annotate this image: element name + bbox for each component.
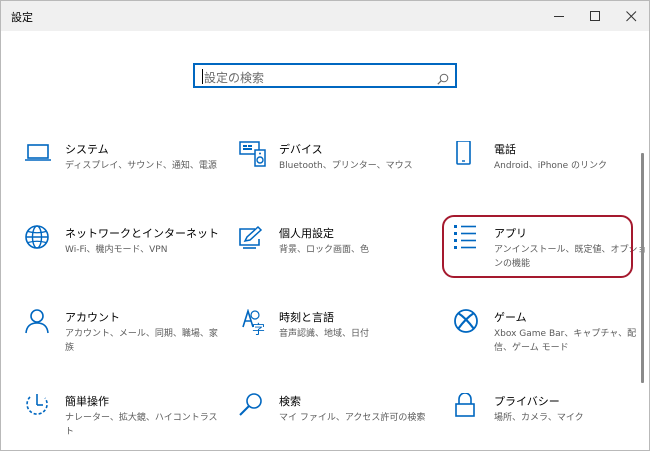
minimize-button[interactable] (541, 1, 577, 31)
maximize-button[interactable] (577, 1, 613, 31)
category-description: Android、iPhone のリンク (494, 161, 608, 171)
category-description: アカウント、メール、同期、職場、家族 (65, 329, 218, 353)
category-label: 個人用設定 (279, 227, 334, 240)
category-description: 背景、ロック画面、色 (279, 245, 370, 255)
minimize-icon (553, 11, 565, 22)
category-label: ネットワークとインターネット (65, 227, 219, 240)
category-search[interactable]: 検索 マイ ファイル、アクセス許可の検索 (239, 393, 439, 450)
settings-window: 設定 設定の検索 システム ディスプレイ、サウンド、通知、電源 デバイス Blu… (0, 0, 650, 451)
category-privacy[interactable]: プライバシー 場所、カメラ、マイク (454, 393, 649, 450)
category-label: 時刻と言語 (279, 311, 334, 324)
time-language-icon: 字 (239, 309, 271, 341)
devices-icon (239, 141, 271, 173)
category-description: ディスプレイ、サウンド、通知、電源 (65, 161, 217, 171)
ease-of-access-icon (25, 393, 57, 425)
category-label: プライバシー (494, 395, 560, 408)
category-time-language[interactable]: 字 時刻と言語 音声認識、地域、日付 (239, 309, 439, 369)
title-bar: 設定 (1, 1, 649, 31)
personalization-icon (239, 225, 271, 257)
category-label: 電話 (494, 143, 516, 156)
category-description: Xbox Game Bar、キャプチャ、配信、ゲーム モード (494, 329, 637, 353)
category-description: マイ ファイル、アクセス許可の検索 (279, 413, 426, 423)
category-accounts[interactable]: アカウント アカウント、メール、同期、職場、家族 (25, 309, 225, 369)
category-devices[interactable]: デバイス Bluetooth、プリンター、マウス (239, 141, 439, 201)
search-icon[interactable] (437, 70, 449, 89)
phone-icon (454, 141, 486, 173)
category-personalization[interactable]: 個人用設定 背景、ロック画面、色 (239, 225, 439, 285)
laptop-icon (25, 141, 57, 173)
category-phone[interactable]: 電話 Android、iPhone のリンク (454, 141, 649, 201)
person-icon (25, 309, 57, 341)
text-cursor (202, 69, 203, 84)
category-gaming[interactable]: ゲーム Xbox Game Bar、キャプチャ、配信、ゲーム モード (454, 309, 649, 369)
svg-text:字: 字 (252, 323, 265, 338)
scrollbar[interactable] (641, 153, 644, 383)
category-ease-of-access[interactable]: 簡単操作 ナレーター、拡大鏡、ハイコントラスト (25, 393, 225, 450)
window-title: 設定 (11, 11, 33, 24)
apps-highlight-annotation (442, 215, 633, 278)
category-label: アカウント (65, 311, 120, 324)
search-icon (239, 393, 271, 425)
category-label: 検索 (279, 395, 301, 408)
category-description: Bluetooth、プリンター、マウス (279, 161, 413, 171)
close-icon (625, 10, 637, 22)
category-label: デバイス (279, 143, 323, 156)
close-button[interactable] (613, 1, 649, 31)
maximize-icon (589, 10, 601, 22)
category-description: ナレーター、拡大鏡、ハイコントラスト (65, 413, 218, 437)
category-description: 音声認識、地域、日付 (279, 329, 370, 339)
category-label: 簡単操作 (65, 395, 109, 408)
globe-icon (25, 225, 57, 257)
category-label: システム (65, 143, 109, 156)
search-input[interactable]: 設定の検索 (193, 63, 457, 88)
xbox-icon (454, 309, 486, 341)
category-label: ゲーム (494, 311, 527, 324)
category-description: Wi-Fi、機内モード、VPN (65, 245, 168, 255)
category-network[interactable]: ネットワークとインターネット Wi-Fi、機内モード、VPN (25, 225, 225, 285)
category-system[interactable]: システム ディスプレイ、サウンド、通知、電源 (25, 141, 225, 201)
category-description: 場所、カメラ、マイク (494, 413, 584, 423)
search-placeholder: 設定の検索 (204, 71, 265, 85)
lock-icon (454, 393, 486, 425)
